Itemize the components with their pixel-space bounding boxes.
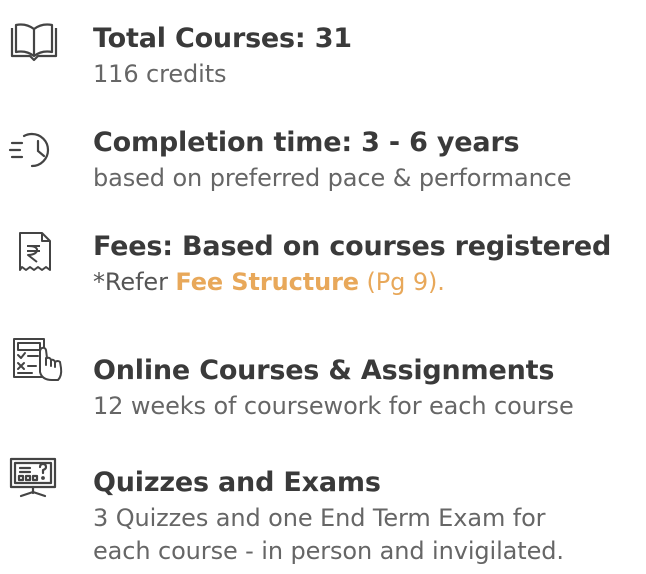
- description-prefix: *Refer: [93, 268, 176, 296]
- item-title: Online Courses & Assignments: [93, 355, 555, 386]
- info-text: Online Courses & Assignments 12 weeks of…: [93, 352, 646, 423]
- page-reference: (Pg 9).: [359, 268, 445, 296]
- item-title: Total Courses: 31: [93, 23, 352, 54]
- fee-structure-link[interactable]: Fee Structure: [175, 268, 359, 296]
- item-description: 12 weeks of coursework for each course: [93, 392, 574, 420]
- checklist-hand-icon: [8, 336, 63, 382]
- item-description: based on preferred pace & performance: [93, 164, 572, 192]
- item-description-line: 3 Quizzes and one End Term Exam for: [93, 504, 546, 532]
- monitor-quiz-icon: [8, 456, 58, 502]
- item-title: Fees: Based on courses registered: [93, 231, 612, 262]
- item-title: Completion time: 3 - 6 years: [93, 127, 520, 158]
- item-description-line: each course - in person and invigilated.: [93, 537, 564, 565]
- info-text: Quizzes and Exams 3 Quizzes and one End …: [93, 464, 646, 568]
- item-description: 116 credits: [93, 60, 227, 88]
- info-text: Completion time: 3 - 6 years based on pr…: [93, 124, 646, 195]
- clock-fast-icon: [8, 130, 58, 176]
- open-book-icon: [8, 22, 58, 68]
- info-text: Fees: Based on courses registered *Refer…: [93, 228, 646, 299]
- rupee-receipt-icon: [8, 230, 58, 276]
- item-title: Quizzes and Exams: [93, 467, 381, 498]
- info-text: Total Courses: 31 116 credits: [93, 20, 646, 91]
- item-description: *Refer Fee Structure (Pg 9).: [93, 266, 646, 299]
